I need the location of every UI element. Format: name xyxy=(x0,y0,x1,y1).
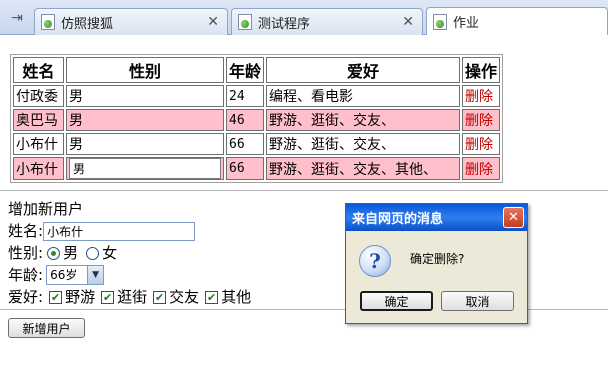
cell-name: 奥巴马 xyxy=(13,109,64,131)
confirm-dialog: 来自网页的消息 ✕ ? 确定删除? 确定 取消 xyxy=(345,203,528,324)
close-tab-icon[interactable]: ✕ xyxy=(207,14,219,30)
column-header-gender: 性别 xyxy=(66,57,224,83)
name-label: 姓名: xyxy=(8,222,44,240)
tab-imitate-sohu[interactable]: 仿照搜狐 ✕ xyxy=(34,8,228,35)
cancel-button[interactable]: 取消 xyxy=(441,291,514,311)
close-icon[interactable]: ✕ xyxy=(503,207,524,228)
ok-button[interactable]: 确定 xyxy=(360,291,433,311)
cell-gender-edit xyxy=(66,157,224,180)
dialog-message: 确定删除? xyxy=(410,252,465,266)
cell-age: 66 xyxy=(226,133,265,155)
page-icon xyxy=(433,13,447,30)
cell-name: 小布什 xyxy=(13,133,64,155)
tab-label: 作业 xyxy=(453,16,480,31)
hobby-checkbox-outing[interactable]: ✔ xyxy=(49,290,63,304)
hobby-option-label: 交友 xyxy=(169,288,200,306)
quick-tabs-icon[interactable]: ⇥ xyxy=(2,6,32,30)
cell-hobby: 野游、逛街、交友、其他、 xyxy=(266,157,461,180)
cell-gender: 男 xyxy=(66,109,224,131)
tab-label: 仿照搜狐 xyxy=(61,16,114,32)
divider xyxy=(0,190,608,191)
hobby-checkbox-friends[interactable]: ✔ xyxy=(153,290,167,304)
chevron-down-icon[interactable]: ▼ xyxy=(87,266,104,284)
hobby-label: 爱好: xyxy=(8,288,44,306)
tab-bar: ⇥ 仿照搜狐 ✕ 测试程序 ✕ 作业 xyxy=(0,0,608,35)
hobby-option-label: 野游 xyxy=(65,288,96,306)
cell-name: 付政委 xyxy=(13,85,64,107)
name-row: 姓名: xyxy=(8,220,328,242)
delete-link[interactable]: 删除 xyxy=(462,109,501,131)
cell-hobby: 编程、看电影 xyxy=(266,85,461,107)
cell-gender: 男 xyxy=(66,133,224,155)
table-row: 小布什 男 66 野游、逛街、交友、 删除 xyxy=(13,133,501,155)
add-user-button[interactable]: 新增用户 xyxy=(8,318,85,338)
cell-name: 小布什 xyxy=(13,157,64,180)
gender-radio-male[interactable] xyxy=(47,246,61,260)
tab-label: 测试程序 xyxy=(258,16,311,32)
page-icon xyxy=(41,14,55,30)
age-label: 年龄: xyxy=(8,266,44,284)
hobby-checkbox-other[interactable]: ✔ xyxy=(205,290,219,304)
age-select-value: 66岁 xyxy=(50,268,78,282)
cell-age: 66 xyxy=(226,157,265,180)
gender-option-label: 女 xyxy=(102,244,118,262)
close-tab-icon[interactable]: ✕ xyxy=(402,14,414,30)
tab-homework[interactable]: 作业 xyxy=(426,7,608,35)
table-row: 付政委 男 24 编程、看电影 删除 xyxy=(13,85,501,107)
tab-test-program[interactable]: 测试程序 ✕ xyxy=(231,8,423,35)
cell-gender: 男 xyxy=(66,85,224,107)
delete-link[interactable]: 删除 xyxy=(462,157,501,180)
column-header-age: 年龄 xyxy=(226,57,265,83)
cell-hobby: 野游、逛街、交友、 xyxy=(266,133,461,155)
table-row: 小布什 66 野游、逛街、交友、其他、 删除 xyxy=(13,157,501,180)
gender-label: 性别: xyxy=(8,244,44,262)
delete-link[interactable]: 删除 xyxy=(462,85,501,107)
gender-radio-female[interactable] xyxy=(86,246,100,260)
cell-age: 24 xyxy=(226,85,265,107)
question-icon: ? xyxy=(359,245,391,277)
page-icon xyxy=(238,14,252,30)
hobby-row: 爱好: ✔ 野游 ✔ 逛街 ✔ 交友 ✔ 其他 xyxy=(8,286,328,308)
users-table: 姓名 性别 年龄 爱好 操作 付政委 男 24 编程、看电影 删除 奥巴马 男 … xyxy=(10,54,504,183)
name-input[interactable] xyxy=(43,221,196,241)
delete-link[interactable]: 删除 xyxy=(462,133,501,155)
column-header-action: 操作 xyxy=(462,57,501,83)
table-header-row: 姓名 性别 年龄 爱好 操作 xyxy=(13,57,501,83)
add-user-form: 增加新用户 姓名: 性别: 男 女 年龄: 66岁 ▼ 爱好: ✔ 野游 ✔ 逛… xyxy=(8,198,328,308)
form-title: 增加新用户 xyxy=(8,200,84,218)
gender-option-label: 男 xyxy=(63,244,79,262)
cell-age: 46 xyxy=(226,109,265,131)
age-select[interactable]: 66岁 ▼ xyxy=(46,265,105,285)
hobby-option-label: 其他 xyxy=(221,288,252,306)
column-header-name: 姓名 xyxy=(13,57,64,83)
age-row: 年龄: 66岁 ▼ xyxy=(8,264,328,286)
dialog-titlebar: 来自网页的消息 ✕ xyxy=(346,204,527,231)
gender-row: 性别: 男 女 xyxy=(8,242,328,264)
cell-hobby: 野游、逛街、交友、 xyxy=(266,109,461,131)
hobby-option-label: 逛街 xyxy=(117,288,148,306)
gender-edit-input[interactable] xyxy=(69,158,221,179)
column-header-hobby: 爱好 xyxy=(266,57,461,83)
dialog-title: 来自网页的消息 xyxy=(352,212,444,227)
hobby-checkbox-shopping[interactable]: ✔ xyxy=(101,290,115,304)
table-row: 奥巴马 男 46 野游、逛街、交友、 删除 xyxy=(13,109,501,131)
